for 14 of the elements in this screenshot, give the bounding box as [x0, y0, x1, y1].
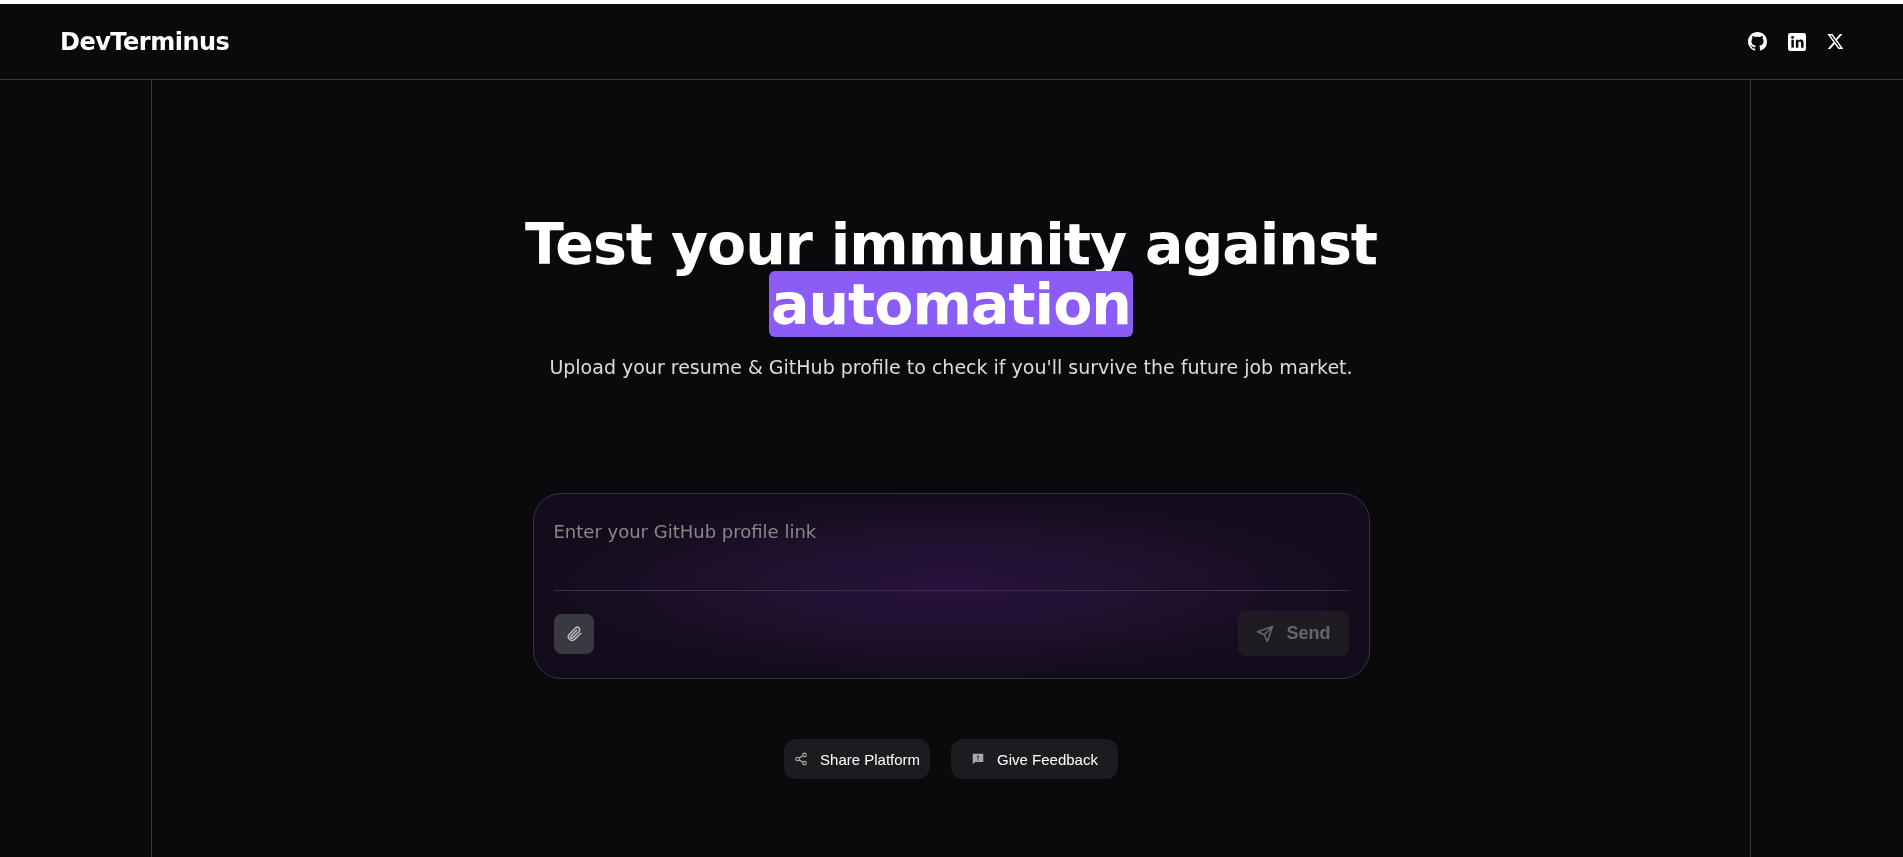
- feedback-icon: [971, 752, 986, 766]
- subtitle: Upload your resume & GitHub profile to check if you'll survive the future job market.: [549, 356, 1353, 378]
- logo[interactable]: DevTerminus: [60, 27, 230, 56]
- send-icon: [1256, 624, 1275, 643]
- feedback-button[interactable]: Give Feedback: [951, 739, 1118, 779]
- input-field[interactable]: Enter your GitHub profile link: [553, 516, 1349, 546]
- share-icon: [794, 752, 809, 766]
- attach-button[interactable]: [553, 613, 594, 654]
- linkedin-icon[interactable]: [1788, 32, 1806, 51]
- share-button[interactable]: Share Platform: [784, 739, 931, 779]
- x-icon[interactable]: [1827, 33, 1844, 50]
- github-icon[interactable]: [1748, 32, 1767, 51]
- paperclip-icon: [564, 624, 583, 643]
- headline: Test your immunity against automation: [524, 214, 1378, 334]
